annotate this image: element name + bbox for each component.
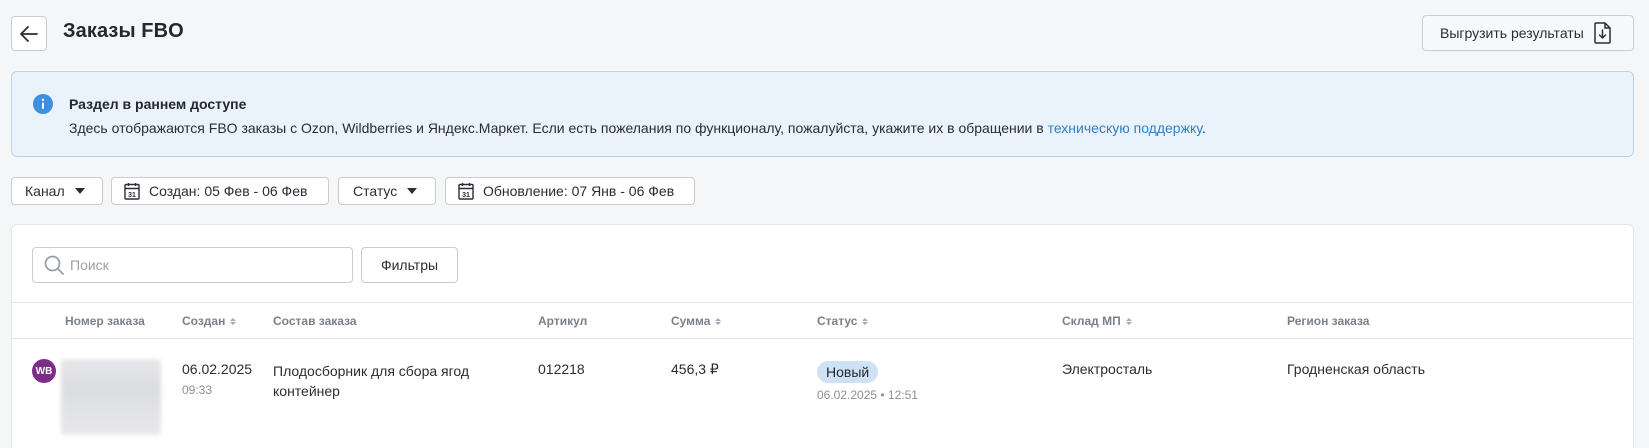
created-date-filter[interactable]: 31 Создан: 05 Фев - 06 Фев [111,177,329,205]
column-status[interactable]: Статус [817,314,869,328]
calendar-icon: 31 [458,182,474,200]
column-region: Регион заказа [1287,314,1369,328]
table-header: Номер заказа Создан Состав заказа Артику… [12,302,1633,339]
file-download-icon [1594,22,1611,44]
column-article: Артикул [538,314,587,328]
sort-icon [230,317,237,325]
export-results-button[interactable]: Выгрузить результаты [1422,15,1634,51]
status-filter-label: Статус [353,183,398,199]
banner-text: Здесь отображаются FBO заказы с Ozon, Wi… [69,120,1206,136]
arrow-left-icon [20,25,38,42]
column-warehouse[interactable]: Склад МП [1062,314,1132,328]
status-updated: 06.02.2025 • 12:51 [817,388,918,402]
article: 012218 [538,361,585,377]
column-label: Создан [182,314,226,328]
created-time: 09:33 [182,383,213,397]
column-label: Состав заказа [273,314,357,328]
status-filter[interactable]: Статус [338,177,436,205]
status-badge: Новый [817,361,879,383]
order-sum: 456,3 ₽ [671,361,719,377]
column-order-number: Номер заказа [65,314,145,328]
column-label: Склад МП [1062,314,1121,328]
updated-date-filter[interactable]: 31 Обновление: 07 Янв - 06 Фев [445,177,695,205]
orders-table-card: Фильтры Номер заказа Создан Состав заказ… [11,224,1634,448]
banner-text-body: Здесь отображаются FBO заказы с Ozon, Wi… [69,120,1048,136]
calendar-icon: 31 [124,182,140,200]
column-label: Регион заказа [1287,314,1370,328]
channel-filter[interactable]: Канал [11,177,103,205]
svg-text:31: 31 [128,192,136,199]
info-icon [33,94,53,114]
svg-text:31: 31 [462,192,470,199]
banner-text-suffix: . [1201,120,1206,136]
wildberries-badge: WB [32,359,56,383]
table-row[interactable]: WB 06.02.2025 09:33 Плодосборник для сбо… [12,339,1633,448]
order-composition: Плодосборник для сбора ягод контейнер [273,363,470,399]
page: Заказы FBO Выгрузить результаты Раздел в… [0,0,1649,448]
search-icon [44,255,64,275]
page-title: Заказы FBO [63,20,184,42]
channel-filter-label: Канал [25,183,65,199]
filters-button[interactable]: Фильтры [361,247,458,283]
column-created[interactable]: Создан [182,314,237,328]
support-link[interactable]: техническую поддержку [1048,120,1202,136]
banner-title: Раздел в раннем доступе [69,96,247,112]
created-date: 06.02.2025 [182,361,253,377]
warehouse: Электросталь [1062,361,1153,377]
sort-icon [862,317,869,325]
column-label: Сумма [671,314,711,328]
export-results-label: Выгрузить результаты [1440,25,1584,41]
sort-icon [1125,317,1132,325]
back-button[interactable] [11,16,47,51]
order-region: Гродненская область [1287,361,1426,377]
column-label: Статус [817,314,858,328]
search-field[interactable] [32,247,353,283]
chevron-down-icon [407,188,418,194]
column-label: Артикул [538,314,588,328]
order-number-redacted [61,359,161,435]
column-label: Номер заказа [65,314,145,328]
search-input[interactable] [70,257,330,273]
early-access-banner: Раздел в раннем доступе Здесь отображают… [11,71,1634,157]
column-sum[interactable]: Сумма [671,314,722,328]
created-date-filter-label: Создан: 05 Фев - 06 Фев [149,183,308,199]
chevron-down-icon [74,188,85,194]
updated-date-filter-label: Обновление: 07 Янв - 06 Фев [483,183,675,199]
column-composition: Состав заказа [273,314,357,328]
sort-icon [715,317,722,325]
